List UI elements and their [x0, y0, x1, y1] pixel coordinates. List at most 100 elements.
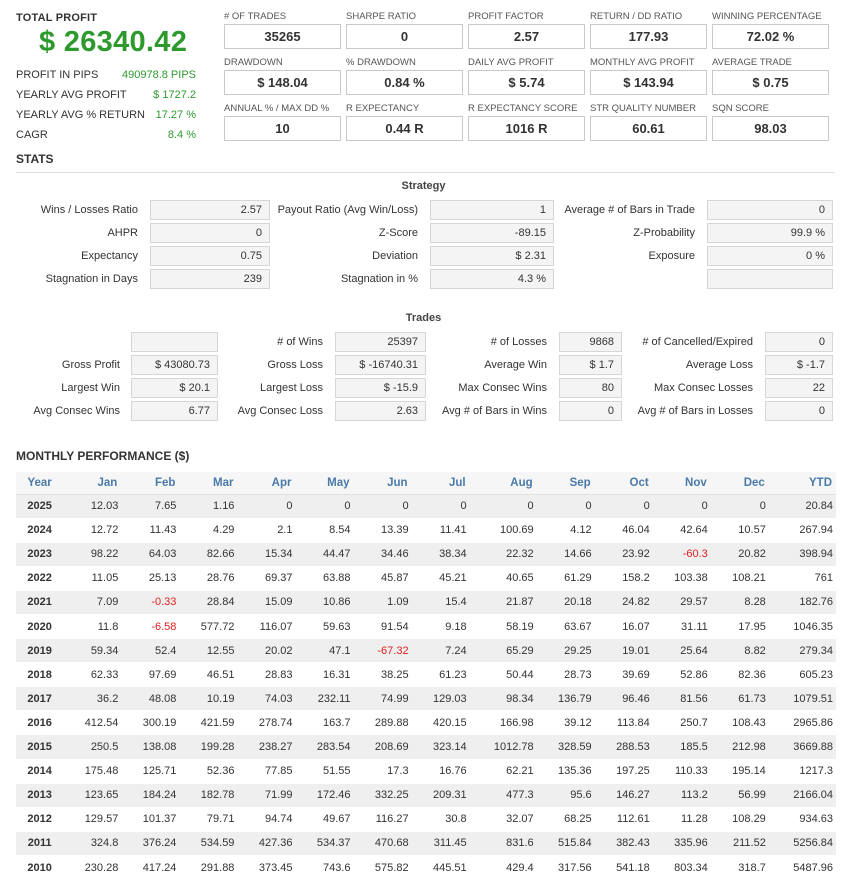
- year-cell: 2019: [16, 638, 64, 663]
- month-value-cell: 56.99: [710, 782, 769, 808]
- month-value-cell: 232.11: [295, 686, 354, 711]
- month-value-cell: 577.72: [179, 613, 238, 639]
- table-row: 2012 129.57 101.37 79.71 94.74 49.67 116.27 30.…: [16, 806, 836, 832]
- month-value-cell: 398.94: [768, 541, 836, 567]
- month-value-cell: 113.2: [652, 782, 711, 808]
- month-value-cell: 4.12: [536, 517, 595, 543]
- month-value-cell: 61.73: [710, 686, 769, 711]
- month-value-cell: 0: [594, 493, 653, 519]
- metric-value: 0: [346, 24, 463, 49]
- month-value-cell: 163.7: [295, 710, 354, 735]
- month-value-cell: 0: [411, 493, 470, 519]
- month-value-cell: 91.54: [353, 613, 412, 639]
- trades-value: 9868: [559, 332, 622, 352]
- month-value-cell: 3669.88: [768, 734, 836, 760]
- month-value-cell: 0: [536, 493, 595, 519]
- table-row: 2018 62.33 97.69 46.51 28.83 16.31 38.25 61.23 5…: [16, 662, 836, 687]
- column-header: Jan: [63, 472, 122, 495]
- month-value-cell: 5487.96: [768, 854, 836, 880]
- strategy-value: 4.3 %: [430, 269, 554, 289]
- month-value-cell: 82.66: [179, 541, 238, 567]
- month-value-cell: 16.31: [295, 662, 354, 687]
- strategy-label: Z-Score: [378, 227, 418, 239]
- month-value-cell: 7.65: [121, 493, 180, 519]
- month-value-cell: 11.41: [411, 517, 470, 543]
- trades-label: Avg Consec Wins: [33, 405, 120, 417]
- trades-value: $ 1.7: [559, 355, 622, 375]
- month-value-cell: 412.54: [63, 710, 122, 735]
- month-value-cell: 108.21: [710, 565, 769, 591]
- metric-value: $ 0.75: [712, 70, 829, 95]
- month-value-cell: 64.03: [121, 541, 180, 567]
- month-value-cell: 9.18: [411, 613, 470, 639]
- table-row: 2024 12.72 11.43 4.29 2.1 8.54 13.39 11.41 100.6…: [16, 517, 836, 543]
- month-value-cell: 335.96: [652, 830, 711, 856]
- month-value-cell: 185.5: [652, 734, 711, 760]
- month-value-cell: 158.2: [594, 565, 653, 591]
- strategy-label: Z-Probability: [633, 227, 695, 239]
- month-value-cell: 324.8: [63, 830, 122, 856]
- table-row: 2010 230.28 417.24 291.88 373.45 743.6 575.82 4…: [16, 854, 836, 880]
- month-value-cell: 34.46: [353, 541, 412, 567]
- month-value-cell: 97.69: [121, 662, 180, 687]
- strategy-value: 0.75: [150, 246, 270, 266]
- strategy-label: Payout Ratio (Avg Win/Loss): [277, 204, 418, 216]
- month-value-cell: 71.99: [237, 782, 296, 808]
- month-value-cell: 40.65: [469, 565, 537, 591]
- trades-label: Gross Loss: [267, 359, 323, 371]
- month-value-cell: 11.05: [63, 565, 122, 591]
- month-value-cell: 63.88: [295, 565, 354, 591]
- year-cell: 2020: [16, 613, 64, 639]
- trades-value: $ -1.7: [765, 355, 833, 375]
- month-value-cell: 934.63: [768, 806, 836, 832]
- month-value-cell: 146.27: [594, 782, 653, 808]
- month-value-cell: 267.94: [768, 517, 836, 543]
- month-value-cell: 470.68: [353, 830, 412, 856]
- metric-sqn-score: SQN SCORE 98.03: [712, 103, 829, 141]
- metric-label: SHARPE RATIO: [346, 11, 417, 22]
- month-value-cell: 110.33: [652, 758, 711, 784]
- month-value-cell: 39.69: [594, 662, 653, 687]
- month-value-cell: 28.76: [179, 565, 238, 591]
- table-row: 2022 11.05 25.13 28.76 69.37 63.88 45.87 45.21 4…: [16, 565, 836, 591]
- month-value-cell: 382.43: [594, 830, 653, 856]
- month-value-cell: 1.09: [353, 589, 412, 615]
- metric-winning-percentage: WINNING PERCENTAGE 72.02 %: [712, 11, 829, 49]
- month-value-cell: 136.79: [536, 686, 595, 711]
- metric-value: 0.44 R: [346, 116, 463, 141]
- month-value-cell: 138.08: [121, 734, 180, 760]
- month-value-cell: 44.47: [295, 541, 354, 567]
- metric-of-trades: # OF TRADES 35265: [224, 11, 341, 49]
- month-value-cell: 69.37: [237, 565, 296, 591]
- month-value-cell: 175.48: [63, 758, 122, 784]
- strategy-label: Expectancy: [81, 250, 138, 262]
- metric-r-expectancy: R EXPECTANCY 0.44 R: [346, 103, 463, 141]
- summary-label: CAGR: [16, 129, 48, 141]
- trades-label: Avg # of Bars in Losses: [637, 405, 753, 417]
- metric-monthly-avg-profit: MONTHLY AVG PROFIT $ 143.94: [590, 57, 707, 95]
- month-value-cell: 46.51: [179, 662, 238, 687]
- month-value-cell: 52.36: [179, 758, 238, 784]
- month-value-cell: 29.25: [536, 638, 595, 663]
- strategy-value: [707, 269, 833, 289]
- year-cell: 2022: [16, 565, 64, 591]
- month-value-cell: 831.6: [469, 830, 537, 856]
- month-value-cell: 129.57: [63, 806, 122, 832]
- month-value-cell: 129.03: [411, 686, 470, 711]
- month-value-cell: 20.02: [237, 638, 296, 663]
- month-value-cell: 81.56: [652, 686, 711, 711]
- month-value-cell: 172.46: [295, 782, 354, 808]
- month-value-cell: 195.14: [710, 758, 769, 784]
- metric-average-trade: AVERAGE TRADE $ 0.75: [712, 57, 829, 95]
- month-value-cell: 68.25: [536, 806, 595, 832]
- monthly-performance-table: Year Jan Feb Mar Apr May Jun Jul Aug Sep Oct Nov Dec…: [16, 472, 836, 880]
- metric-label: R EXPECTANCY SCORE: [468, 103, 578, 114]
- monthly-title: MONTHLY PERFORMANCE ($): [16, 449, 190, 463]
- metric-label: DRAWDOWN: [224, 57, 283, 68]
- strategy-value: 0 %: [707, 246, 833, 266]
- metric-label: STR QUALITY NUMBER: [590, 103, 696, 114]
- summary-value: 17.27 %: [155, 109, 196, 121]
- month-value-cell: 103.38: [652, 565, 711, 591]
- month-value-cell: 238.27: [237, 734, 296, 760]
- month-value-cell: 15.34: [237, 541, 296, 567]
